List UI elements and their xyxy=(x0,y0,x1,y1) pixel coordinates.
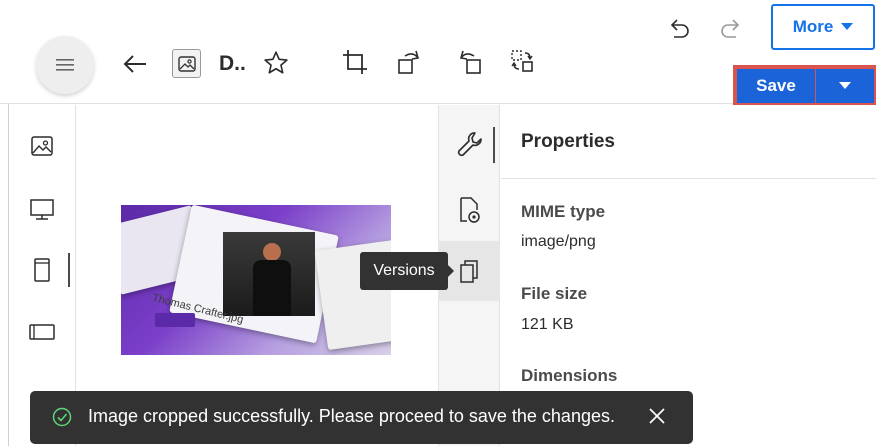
properties-title: Properties xyxy=(521,131,615,152)
asset-thumbnail xyxy=(172,49,201,78)
crop-button[interactable] xyxy=(338,45,372,79)
back-button[interactable] xyxy=(118,48,152,80)
caret-down-icon xyxy=(839,82,851,89)
file-preview-icon xyxy=(460,197,480,223)
toast-message: Image cropped successfully. Please proce… xyxy=(88,406,615,426)
mime-type-value: image/png xyxy=(521,233,596,250)
wrench-icon xyxy=(457,132,482,157)
undo-icon xyxy=(670,19,689,38)
save-options-button[interactable] xyxy=(816,69,874,103)
rail-image-button[interactable] xyxy=(26,130,58,162)
success-toast: Image cropped successfully. Please proce… xyxy=(30,391,693,444)
preview-tab[interactable] xyxy=(454,193,486,227)
rotate-left-icon xyxy=(398,50,420,74)
versions-icon xyxy=(460,260,478,283)
check-circle-icon xyxy=(52,407,72,427)
landscape-icon xyxy=(29,324,55,340)
flip-icon xyxy=(511,50,533,72)
arrow-left-icon xyxy=(123,55,146,73)
save-split-button: Save xyxy=(733,65,876,107)
desktop-icon xyxy=(30,199,54,220)
rotate-right-button[interactable] xyxy=(452,45,486,79)
close-icon[interactable] xyxy=(647,406,667,426)
redo-button[interactable] xyxy=(716,14,746,42)
flip-button[interactable] xyxy=(505,44,539,78)
versions-tooltip: Versions xyxy=(360,252,454,290)
properties-header: Properties xyxy=(501,105,876,179)
versions-tab[interactable] xyxy=(454,254,486,288)
properties-tab-indicator xyxy=(493,127,495,163)
rail-desktop-button[interactable] xyxy=(26,194,58,226)
undo-button[interactable] xyxy=(664,14,694,42)
tablet-icon xyxy=(34,258,50,282)
save-button[interactable]: Save xyxy=(737,69,815,103)
menu-button[interactable] xyxy=(36,36,94,94)
mime-type-label: MIME type xyxy=(521,202,606,221)
preview-person-head xyxy=(263,243,281,261)
save-label: Save xyxy=(756,76,796,95)
file-size-value: 121 KB xyxy=(521,316,574,333)
redo-icon xyxy=(721,19,740,38)
more-label: More xyxy=(792,17,834,36)
rotate-left-button[interactable] xyxy=(393,45,427,79)
preview-person-body xyxy=(253,260,291,316)
tooltip-label: Versions xyxy=(373,262,435,279)
image-icon xyxy=(177,55,196,72)
image-icon xyxy=(31,136,53,156)
crop-icon xyxy=(343,50,367,74)
image-preview[interactable]: Thomas Crafter.jpg xyxy=(121,205,391,355)
more-button[interactable]: More xyxy=(771,4,875,50)
star-icon xyxy=(264,51,288,74)
file-size-label: File size xyxy=(521,284,588,303)
favorite-button[interactable] xyxy=(260,47,292,79)
dimensions-label: Dimensions xyxy=(521,366,618,385)
preview-chip xyxy=(155,313,195,327)
rail-tablet-button[interactable] xyxy=(26,253,58,287)
hamburger-icon xyxy=(56,59,74,71)
rail-landscape-button[interactable] xyxy=(24,318,60,346)
caret-down-icon xyxy=(841,23,854,30)
properties-tab[interactable] xyxy=(452,128,488,162)
document-title: D.. xyxy=(219,52,246,75)
top-toolbar: D.. More Save xyxy=(0,0,876,107)
rail-active-indicator xyxy=(68,253,70,287)
rotate-right-icon xyxy=(459,50,481,74)
editor-window: D.. More Save Thomas Crafter.jpg Propert… xyxy=(0,0,876,446)
